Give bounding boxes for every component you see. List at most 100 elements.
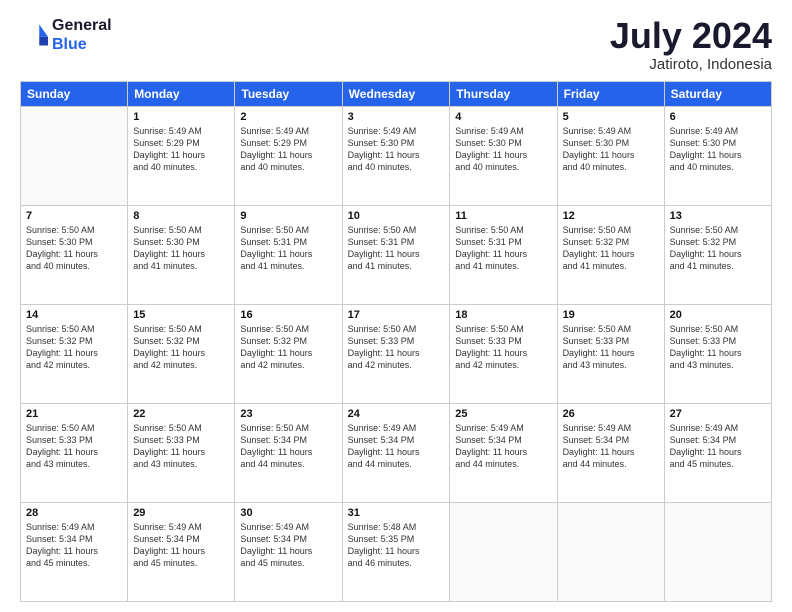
day-info: Sunrise: 5:50 AMSunset: 5:30 PMDaylight:…: [133, 224, 229, 273]
calendar-cell: 9 Sunrise: 5:50 AMSunset: 5:31 PMDaylight…: [235, 205, 342, 304]
day-info: Sunrise: 5:50 AMSunset: 5:31 PMDaylight:…: [240, 224, 336, 273]
calendar-cell: 25 Sunrise: 5:49 AMSunset: 5:34 PMDayligh…: [450, 403, 557, 502]
day-number: 20: [670, 309, 766, 321]
col-wednesday: Wednesday: [342, 81, 450, 106]
day-number: 5: [563, 111, 659, 123]
logo: General Blue: [20, 16, 112, 54]
day-info: Sunrise: 5:49 AMSunset: 5:34 PMDaylight:…: [563, 422, 659, 471]
calendar-cell: 22Sunrise: 5:50 AMSunset: 5:33 PMDayligh…: [128, 403, 235, 502]
day-info: Sunrise: 5:49 AMSunset: 5:30 PMDaylight:…: [455, 125, 551, 174]
calendar-cell: 8 Sunrise: 5:50 AMSunset: 5:30 PMDaylight…: [128, 205, 235, 304]
day-number: 7: [26, 210, 122, 222]
day-number: 3: [348, 111, 445, 123]
calendar-cell: 2 Sunrise: 5:49 AMSunset: 5:29 PMDaylight…: [235, 106, 342, 205]
header: General Blue July 2024 Jatiroto, Indones…: [20, 16, 772, 73]
day-number: 18: [455, 309, 551, 321]
day-info: Sunrise: 5:50 AMSunset: 5:33 PMDaylight:…: [26, 422, 122, 471]
day-info: Sunrise: 5:50 AMSunset: 5:33 PMDaylight:…: [670, 323, 766, 372]
calendar-week-4: 21 Sunrise: 5:50 AMSunset: 5:33 PMDayligh…: [21, 403, 772, 502]
day-info: Sunrise: 5:49 AMSunset: 5:34 PMDaylight:…: [670, 422, 766, 471]
calendar-cell: 3 Sunrise: 5:49 AMSunset: 5:30 PMDaylight…: [342, 106, 450, 205]
calendar-cell: [21, 106, 128, 205]
day-info: Sunrise: 5:50 AMSunset: 5:33 PMDaylight:…: [563, 323, 659, 372]
day-info: Sunrise: 5:50 AMSunset: 5:31 PMDaylight:…: [455, 224, 551, 273]
day-number: 16: [240, 309, 336, 321]
day-number: 10: [348, 210, 445, 222]
calendar-cell: 15 Sunrise: 5:50 AMSunset: 5:32 PMDayligh…: [128, 304, 235, 403]
day-number: 13: [670, 210, 766, 222]
day-info: Sunrise: 5:48 AMSunset: 5:35 PMDaylight:…: [348, 521, 445, 570]
calendar-cell: 29 Sunrise: 5:49 AMSunset: 5:34 PMDayligh…: [128, 502, 235, 601]
title-block: July 2024 Jatiroto, Indonesia: [610, 16, 772, 73]
calendar-cell: 26 Sunrise: 5:49 AMSunset: 5:34 PMDayligh…: [557, 403, 664, 502]
day-number: 27: [670, 408, 766, 420]
col-saturday: Saturday: [664, 81, 771, 106]
calendar-table: Sunday Monday Tuesday Wednesday Thursday…: [20, 81, 772, 602]
main-title: July 2024: [610, 16, 772, 56]
day-number: 19: [563, 309, 659, 321]
logo-text: General Blue: [52, 16, 112, 54]
day-info: Sunrise: 5:50 AMSunset: 5:31 PMDaylight:…: [348, 224, 445, 273]
calendar-week-3: 14 Sunrise: 5:50 AMSunset: 5:32 PMDayligh…: [21, 304, 772, 403]
day-number: 11: [455, 210, 551, 222]
calendar-cell: 23 Sunrise: 5:50 AMSunset: 5:34 PMDayligh…: [235, 403, 342, 502]
calendar-cell: 21 Sunrise: 5:50 AMSunset: 5:33 PMDayligh…: [21, 403, 128, 502]
header-row: Sunday Monday Tuesday Wednesday Thursday…: [21, 81, 772, 106]
day-number: 29: [133, 507, 229, 519]
day-info: Sunrise: 5:50 AMSunset: 5:32 PMDaylight:…: [240, 323, 336, 372]
calendar-week-2: 7 Sunrise: 5:50 AMSunset: 5:30 PMDaylight…: [21, 205, 772, 304]
day-number: 21: [26, 408, 122, 420]
day-number: 24: [348, 408, 445, 420]
calendar-cell: 1Sunrise: 5:49 AMSunset: 5:29 PMDaylight…: [128, 106, 235, 205]
day-info: Sunrise: 5:49 AMSunset: 5:34 PMDaylight:…: [133, 521, 229, 570]
day-info: Sunrise: 5:50 AMSunset: 5:34 PMDaylight:…: [240, 422, 336, 471]
day-info: Sunrise: 5:49 AMSunset: 5:34 PMDaylight:…: [348, 422, 445, 471]
calendar-cell: 30Sunrise: 5:49 AMSunset: 5:34 PMDayligh…: [235, 502, 342, 601]
calendar-cell: 18 Sunrise: 5:50 AMSunset: 5:33 PMDayligh…: [450, 304, 557, 403]
day-number: 1: [133, 111, 229, 123]
day-info: Sunrise: 5:49 AMSunset: 5:29 PMDaylight:…: [240, 125, 336, 174]
day-number: 28: [26, 507, 122, 519]
calendar-cell: 14 Sunrise: 5:50 AMSunset: 5:32 PMDayligh…: [21, 304, 128, 403]
day-number: 31: [348, 507, 445, 519]
calendar-cell: 4 Sunrise: 5:49 AMSunset: 5:30 PMDaylight…: [450, 106, 557, 205]
calendar-cell: 17Sunrise: 5:50 AMSunset: 5:33 PMDayligh…: [342, 304, 450, 403]
subtitle: Jatiroto, Indonesia: [610, 56, 772, 73]
calendar-cell: 6Sunrise: 5:49 AMSunset: 5:30 PMDaylight…: [664, 106, 771, 205]
day-info: Sunrise: 5:50 AMSunset: 5:32 PMDaylight:…: [133, 323, 229, 372]
calendar-cell: [450, 502, 557, 601]
day-number: 26: [563, 408, 659, 420]
day-info: Sunrise: 5:50 AMSunset: 5:30 PMDaylight:…: [26, 224, 122, 273]
day-info: Sunrise: 5:49 AMSunset: 5:30 PMDaylight:…: [563, 125, 659, 174]
day-number: 8: [133, 210, 229, 222]
calendar-cell: 24 Sunrise: 5:49 AMSunset: 5:34 PMDayligh…: [342, 403, 450, 502]
day-number: 6: [670, 111, 766, 123]
day-info: Sunrise: 5:50 AMSunset: 5:32 PMDaylight:…: [563, 224, 659, 273]
day-info: Sunrise: 5:49 AMSunset: 5:34 PMDaylight:…: [455, 422, 551, 471]
day-number: 2: [240, 111, 336, 123]
day-number: 9: [240, 210, 336, 222]
calendar-cell: 19 Sunrise: 5:50 AMSunset: 5:33 PMDayligh…: [557, 304, 664, 403]
day-number: 25: [455, 408, 551, 420]
calendar-cell: 31 Sunrise: 5:48 AMSunset: 5:35 PMDayligh…: [342, 502, 450, 601]
day-number: 4: [455, 111, 551, 123]
day-number: 15: [133, 309, 229, 321]
logo-icon: [20, 21, 48, 49]
col-tuesday: Tuesday: [235, 81, 342, 106]
day-info: Sunrise: 5:49 AMSunset: 5:30 PMDaylight:…: [348, 125, 445, 174]
calendar-cell: 28 Sunrise: 5:49 AMSunset: 5:34 PMDayligh…: [21, 502, 128, 601]
day-number: 23: [240, 408, 336, 420]
calendar-cell: 27 Sunrise: 5:49 AMSunset: 5:34 PMDayligh…: [664, 403, 771, 502]
calendar-cell: 7 Sunrise: 5:50 AMSunset: 5:30 PMDaylight…: [21, 205, 128, 304]
day-number: 14: [26, 309, 122, 321]
calendar-cell: 16 Sunrise: 5:50 AMSunset: 5:32 PMDayligh…: [235, 304, 342, 403]
calendar-cell: 20 Sunrise: 5:50 AMSunset: 5:33 PMDayligh…: [664, 304, 771, 403]
day-number: 17: [348, 309, 445, 321]
calendar-cell: 11 Sunrise: 5:50 AMSunset: 5:31 PMDayligh…: [450, 205, 557, 304]
calendar-cell: [664, 502, 771, 601]
day-info: Sunrise: 5:49 AMSunset: 5:34 PMDaylight:…: [26, 521, 122, 570]
day-info: Sunrise: 5:50 AMSunset: 5:32 PMDaylight:…: [26, 323, 122, 372]
day-info: Sunrise: 5:50 AMSunset: 5:33 PMDaylight:…: [455, 323, 551, 372]
calendar-cell: 10 Sunrise: 5:50 AMSunset: 5:31 PMDayligh…: [342, 205, 450, 304]
calendar-cell: 5 Sunrise: 5:49 AMSunset: 5:30 PMDaylight…: [557, 106, 664, 205]
